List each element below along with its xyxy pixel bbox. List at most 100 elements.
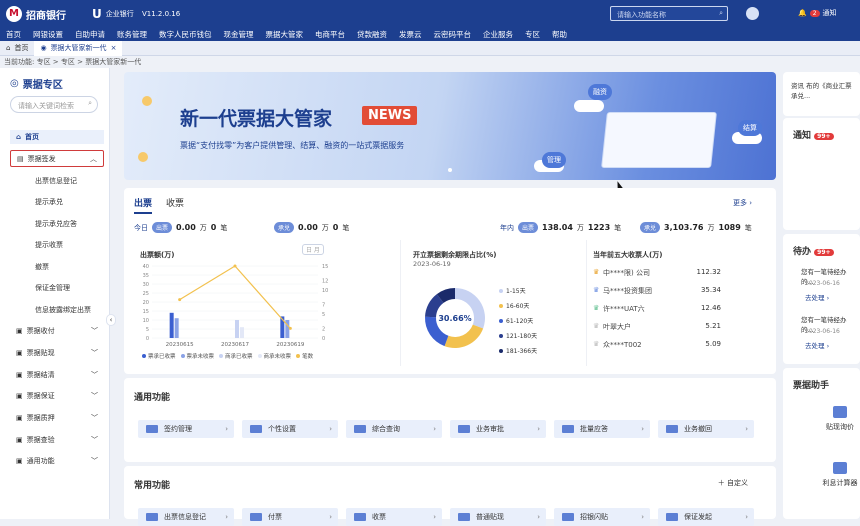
function-button[interactable]: 业务审批 › [450, 420, 546, 438]
promo-banner[interactable]: 新一代票据大管家 NEWS 票据“支付找零”为客户提供管理、结算、融资的一站式票… [124, 72, 776, 180]
function-button[interactable]: 招银闪贴 › [554, 508, 650, 526]
function-label: 招银闪贴 [580, 513, 608, 521]
sidebar-group[interactable]: ▣ 票据质押 ﹀ [10, 411, 104, 425]
sidebar-group[interactable]: ▣ 票据查验 ﹀ [10, 433, 104, 447]
y2-tick-label: 7 [322, 302, 325, 308]
function-button[interactable]: 批量应答 › [554, 420, 650, 438]
menu-item[interactable]: 数字人民币钱包 [153, 28, 218, 41]
top5-receivers: 当年前五大收票人(万) ♛ 中****限) 公司 112.32 ♛ 马****投资集团… [586, 240, 736, 366]
close-icon[interactable]: × [111, 41, 117, 56]
sidebar: ◎ 票据专区 请输入关键词检索 ⌕ ⌂ 首页 ▤ 票据签发 ︿ 出票信息登记 提… [0, 68, 110, 519]
sidebar-group[interactable]: ▣ 票据结清 ﹀ [10, 368, 104, 382]
chevron-right-icon: › [433, 425, 436, 433]
sidebar-group[interactable]: ▣ 票据收付 ﹀ [10, 324, 104, 338]
notice-button[interactable]: 🔔 2 通知 [798, 8, 837, 18]
notice-badge: 2 [809, 9, 820, 17]
menu-item[interactable]: 企业服务 [477, 28, 519, 41]
search-icon[interactable]: ⌕ [719, 9, 723, 18]
function-button[interactable]: 保证发起 › [658, 508, 754, 526]
bar [169, 312, 174, 338]
avatar[interactable] [746, 7, 759, 20]
customize-button[interactable]: ＋ 自定义 [718, 478, 748, 488]
menu-item[interactable]: 云密码平台 [428, 28, 478, 41]
sidebar-search-input[interactable]: 请输入关键词检索 ⌕ [10, 96, 98, 113]
sidebar-group[interactable]: ▣ 票据贴现 ﹀ [10, 346, 104, 360]
sidebar-subitem[interactable]: 提示收票 [35, 240, 63, 250]
function-button[interactable]: 收票 › [346, 508, 442, 526]
function-button[interactable]: 签约管理 › [138, 420, 234, 438]
donut-chart: 30.66% [425, 288, 485, 348]
tab-home[interactable]: ⌂ 首页 [0, 41, 34, 56]
menu-item[interactable]: 发票云 [393, 28, 428, 41]
sidebar-subitem[interactable]: 出票信息登记 [35, 176, 77, 186]
menu-item[interactable]: 现金管理 [218, 28, 260, 41]
legend-label: 票承已收票 [148, 354, 176, 360]
sidebar-subitem[interactable]: 信息披露绑定出票 [35, 305, 91, 315]
year-issue-stat: 年内 出票 138.04 万 1223 笔 [500, 222, 621, 233]
function-button[interactable]: 付票 › [242, 508, 338, 526]
receiver-name: 叶翠大户 [603, 323, 631, 331]
function-button[interactable]: 综合查询 › [346, 420, 442, 438]
sidebar-subitem[interactable]: 提示承兑 [35, 197, 63, 207]
stat-amount: 3,103.76 [664, 223, 704, 232]
sidebar-subitem[interactable]: 撤票 [35, 262, 49, 272]
y2-tick-label: 5 [322, 312, 325, 318]
legend-marker [499, 333, 503, 338]
legend-label: 61-120天 [506, 318, 534, 325]
tab-receive[interactable]: 收票 [166, 196, 184, 214]
chat-icon [833, 406, 847, 418]
tab-bill-manager[interactable]: ◉ 票据大管家新一代 × [34, 40, 123, 56]
menu-item[interactable]: 账务管理 [111, 28, 153, 41]
function-icon [354, 425, 366, 433]
function-label: 收票 [372, 513, 386, 521]
menu-item[interactable]: 票据大管家 [260, 28, 310, 41]
search-icon[interactable]: ⌕ [88, 99, 92, 108]
todo-link[interactable]: 去处理 › [805, 292, 829, 302]
y-tick-label: 30 [143, 282, 149, 288]
menu-item[interactable]: 自助申请 [69, 28, 111, 41]
function-search-input[interactable]: 请输入功能名称 ⌕ [610, 6, 728, 21]
legend-marker [499, 303, 503, 308]
enterprise-icon: U [92, 7, 102, 21]
helper-label: 利息计算器 [822, 479, 858, 487]
legend-marker [142, 354, 146, 358]
discount-inquiry-button[interactable]: 贴现询价 [815, 406, 860, 432]
legend-item: 笔数 [296, 352, 313, 360]
day-month-toggle[interactable]: 日 月 [302, 244, 324, 255]
menu-item[interactable]: 帮助 [546, 28, 573, 41]
menu-item[interactable]: 贷款融资 [351, 28, 393, 41]
function-button[interactable]: 业务撤回 › [658, 420, 754, 438]
menu-item[interactable]: 首页 [0, 28, 27, 41]
menu-item[interactable]: 网银设置 [27, 28, 69, 41]
sidebar-item-issue[interactable]: ▤ 票据签发 ︿ [10, 150, 104, 167]
legend-label: 181-366天 [506, 348, 538, 355]
tab-issue[interactable]: 出票 [134, 196, 153, 214]
rank-icon: ♛ [593, 286, 600, 294]
sidebar-collapse-button[interactable]: ‹ [106, 314, 116, 326]
function-button[interactable]: 个性设置 › [242, 420, 338, 438]
carousel-dots[interactable] [448, 168, 452, 172]
todo-link[interactable]: 去处理 › [805, 340, 829, 350]
sidebar-group[interactable]: ▣ 通用功能 ﹀ [10, 454, 104, 468]
top5-row: ♛ 中****限) 公司 112.32 [593, 268, 721, 278]
y-tick-label: 5 [146, 327, 149, 333]
sidebar-subitem[interactable]: 保证金管理 [35, 283, 70, 293]
sidebar-subitem[interactable]: 提示承兑应答 [35, 219, 77, 229]
function-label: 保证发起 [684, 513, 712, 521]
todo-date: 2023-06-16 [805, 328, 840, 335]
sidebar-item-home[interactable]: ⌂ 首页 [10, 130, 104, 144]
more-link[interactable]: 更多 › [733, 198, 752, 208]
news-card[interactable]: 资讯 布的《商业汇票承兑... [783, 72, 860, 116]
function-button[interactable]: 出票信息登记 › [138, 508, 234, 526]
menu-item[interactable]: 电商平台 [309, 28, 351, 41]
user-menu[interactable] [746, 7, 759, 20]
menu-item[interactable]: 专区 [519, 28, 546, 41]
stat-label: 年内 [500, 223, 514, 232]
news-text[interactable]: 资讯 布的《商业汇票承兑... [791, 80, 855, 100]
interest-calculator-button[interactable]: 利息计算器 [815, 462, 860, 488]
carousel-dot[interactable] [448, 168, 452, 172]
sidebar-group[interactable]: ▣ 票据保证 ﹀ [10, 389, 104, 403]
function-button[interactable]: 普通贴现 › [450, 508, 546, 526]
legend-marker [257, 354, 262, 358]
chevron-right-icon: › [745, 513, 748, 521]
